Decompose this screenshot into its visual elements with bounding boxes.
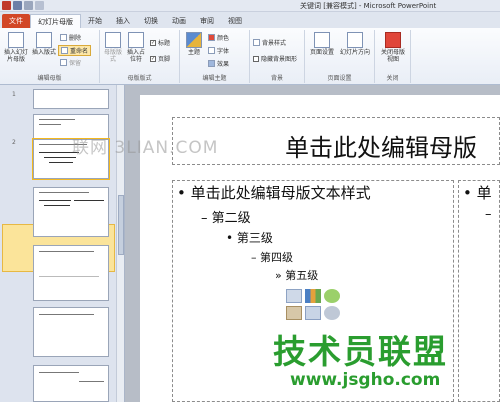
fonts-icon: [208, 47, 215, 54]
watermark-jsgho: 技术员联盟: [273, 332, 448, 371]
watermark-3lian: 联网 3LIAN.COM: [72, 138, 219, 158]
rename-button[interactable]: 重命名: [58, 45, 92, 56]
ribbon: 插入幻灯片母版 插入版式 删除 重命名 保留 编辑母版 母版版式 插入占位符 ✓…: [0, 28, 500, 85]
ribbon-tabs: 文件 幻灯片母版 开始 插入 切换 动画 审阅 视图: [0, 12, 500, 28]
hide-background-checkbox[interactable]: 隐藏背景图形: [253, 54, 297, 63]
group-master-layout: 母版版式 插入占位符 ✓ 标题 ✓ 页脚 母版版式: [100, 30, 180, 83]
tab-file[interactable]: 文件: [2, 14, 30, 28]
media-icon[interactable]: [324, 306, 340, 320]
rename-icon: [61, 47, 68, 54]
title-checkbox[interactable]: ✓ 标题: [150, 38, 170, 47]
chart-icon[interactable]: [305, 289, 321, 303]
slide-master-icon: [8, 32, 24, 48]
page-setup-icon: [314, 32, 330, 48]
bullet-level-1: • 单击此处编辑母版文本样式: [177, 184, 371, 202]
preserve-button[interactable]: 保留: [60, 58, 81, 67]
background-styles-icon: [253, 39, 260, 46]
colors-button[interactable]: 颜色: [208, 33, 229, 42]
tab-animations[interactable]: 动画: [165, 14, 193, 28]
insert-layout-button[interactable]: 插入版式: [31, 32, 57, 56]
bullet-level-2: – 第二级: [201, 211, 251, 226]
colors-icon: [208, 34, 215, 41]
effects-icon: [208, 60, 215, 67]
right-content-placeholder[interactable]: • 单 –: [458, 180, 500, 402]
themes-button[interactable]: 主题: [183, 32, 205, 56]
slide-title: 单击此处编辑母版: [285, 134, 477, 162]
delete-icon: [60, 34, 67, 41]
layout-icon: [36, 32, 52, 48]
right-bullet-level-1: • 单: [463, 184, 492, 202]
tab-home[interactable]: 开始: [81, 14, 109, 28]
master-layout-icon: [105, 32, 121, 48]
close-icon: [385, 32, 401, 48]
tab-view[interactable]: 视图: [221, 14, 249, 28]
thumbnail-layout-title-only[interactable]: [33, 365, 109, 402]
page-setup-button[interactable]: 页面设置: [308, 32, 336, 56]
orientation-icon: [347, 32, 363, 48]
themes-icon: [186, 32, 202, 48]
delete-button[interactable]: 删除: [60, 33, 81, 42]
bullet-level-3: • 第三级: [226, 231, 273, 245]
group-close: 关闭母版视图 关闭: [375, 30, 411, 83]
footer-checkbox[interactable]: ✓ 页脚: [150, 54, 170, 63]
redo-icon[interactable]: [35, 1, 44, 10]
thumbnail-layout-comparison[interactable]: [33, 307, 109, 357]
title-bar: 关键词 [兼容模式] - Microsoft PowerPoint: [0, 0, 500, 12]
insert-slide-master-button[interactable]: 插入幻灯片母版: [2, 32, 30, 63]
powerpoint-window: 关键词 [兼容模式] - Microsoft PowerPoint 文件 幻灯片…: [0, 0, 500, 402]
bullet-level-4: – 第四级: [251, 251, 293, 264]
undo-icon[interactable]: [24, 1, 33, 10]
title-placeholder[interactable]: 单击此处编辑母版: [172, 117, 500, 165]
picture-icon[interactable]: [286, 306, 302, 320]
right-bullet-level-2: –: [485, 207, 492, 222]
fonts-button[interactable]: 字体: [208, 46, 229, 55]
close-master-view-button[interactable]: 关闭母版视图: [379, 32, 407, 63]
tab-insert[interactable]: 插入: [109, 14, 137, 28]
quick-access-toolbar: [2, 1, 44, 10]
save-icon[interactable]: [13, 1, 22, 10]
group-page-setup: 页面设置 幻灯片方向 页面设置: [305, 30, 375, 83]
scrollbar-thumb[interactable]: [118, 195, 124, 255]
group-edit-master: 插入幻灯片母版 插入版式 删除 重命名 保留 编辑母版: [0, 30, 100, 83]
thumbnail-master[interactable]: [33, 89, 109, 109]
group-edit-theme: 主题 颜色 字体 效果 编辑主题: [180, 30, 250, 83]
slide-orientation-button[interactable]: 幻灯片方向: [338, 32, 372, 56]
master-layout-button[interactable]: 母版版式: [102, 32, 124, 63]
watermark-url: www.jsgho.com: [290, 370, 441, 390]
tab-slide-master[interactable]: 幻灯片母版: [30, 14, 81, 28]
group-background: 背景样式 隐藏背景图形 背景: [250, 30, 305, 83]
tab-review[interactable]: 审阅: [193, 14, 221, 28]
content-insert-icons: [286, 289, 340, 320]
smartart-icon[interactable]: [324, 289, 340, 303]
tab-transitions[interactable]: 切换: [137, 14, 165, 28]
clip-art-icon[interactable]: [305, 306, 321, 320]
thumbnail-layout-section[interactable]: [33, 187, 109, 237]
table-icon[interactable]: [286, 289, 302, 303]
effects-button[interactable]: 效果: [208, 59, 229, 68]
bullet-level-5: » 第五级: [275, 269, 319, 282]
thumbnail-layout-two-content[interactable]: [33, 245, 109, 301]
background-styles-button[interactable]: 背景样式: [253, 38, 286, 47]
window-title: 关键词 [兼容模式] - Microsoft PowerPoint: [300, 2, 437, 10]
powerpoint-icon[interactable]: [2, 1, 11, 10]
placeholder-icon: [128, 32, 144, 48]
insert-placeholder-button[interactable]: 插入占位符: [125, 32, 147, 63]
pin-icon: [60, 59, 67, 66]
